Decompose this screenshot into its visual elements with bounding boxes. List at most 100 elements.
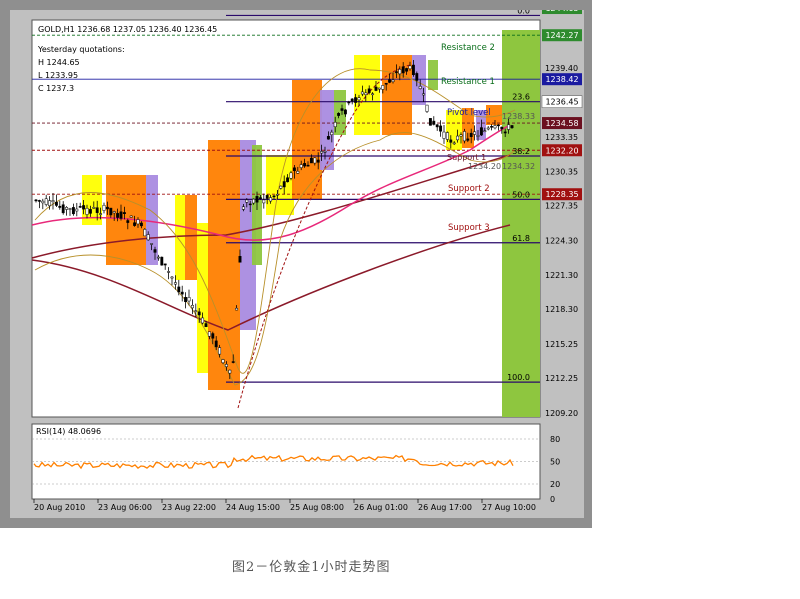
session-box: [428, 60, 438, 90]
candle-body: [163, 263, 167, 266]
candle-body: [357, 97, 361, 101]
candle-body: [371, 93, 375, 96]
candle-body: [231, 361, 235, 363]
yesterday-close: C 1237.3: [38, 84, 74, 93]
candle-body: [122, 212, 126, 214]
current-price-text: 1236.45: [545, 98, 578, 107]
candle-body: [275, 193, 279, 196]
candle-body: [394, 71, 398, 73]
pivot-value: 1238.33: [502, 112, 535, 121]
candle-body: [248, 203, 252, 206]
candle-body: [299, 164, 303, 168]
strategy-block: 操作策略： 1.1227多，止损1223下方， 目标1231/1234/1236；…: [598, 405, 798, 555]
support1-label: Support 1: [447, 153, 486, 162]
candle-body: [126, 220, 130, 223]
time-axis-label: 23 Aug 22:00: [162, 503, 216, 512]
candle-body: [187, 297, 191, 302]
article-line: 下方支撑在1234，更强支撑: [600, 230, 776, 247]
candle-body: [160, 256, 164, 266]
candle-body: [442, 131, 446, 139]
strategy-line: 即时喊单离场。: [598, 534, 696, 550]
session-box: [266, 155, 294, 215]
article-line: 言，而这种发言将会导致行: [600, 140, 768, 157]
candle-body: [207, 331, 211, 337]
candle-body: [452, 142, 456, 145]
candle-body: [500, 126, 504, 130]
price-tag-text: 1232.20: [545, 146, 578, 155]
candle-body: [105, 206, 109, 210]
candle-body: [405, 68, 409, 72]
article-line: 1227。下方的1227正好也是: [600, 253, 784, 270]
candle-body: [469, 132, 473, 137]
article-line: 对于晚上22:00美联储主席伯: [600, 95, 781, 112]
fib-label: 100.0: [507, 373, 530, 382]
candle-body: [139, 222, 143, 227]
article-line: 本次大涨之后回调的50%一: [600, 276, 772, 293]
strategy-line: 1.1227多，止损1223下方，: [598, 434, 781, 450]
candle-body: [279, 185, 283, 189]
candle-body: [445, 132, 449, 140]
price-axis-label: 1212.25: [545, 374, 578, 383]
candle-body: [190, 305, 194, 309]
candle-body: [95, 207, 99, 213]
candle-body: [282, 181, 286, 188]
candle-body: [58, 205, 62, 208]
candle-body: [496, 124, 500, 127]
chart-panel[interactable]: 0.0 23.6 38.2 50.0 61.8 100.0 GOLD,H1 1236.68…: [10, 10, 584, 518]
price-axis-label: 1215.25: [545, 340, 578, 349]
candle-body: [88, 209, 92, 214]
rsi-axis-label: 80: [550, 435, 560, 444]
candle-body: [296, 171, 300, 174]
candle-body: [343, 109, 347, 115]
candle-body: [473, 131, 477, 135]
candle-body: [173, 282, 177, 285]
candle-body: [313, 157, 317, 164]
candle-body: [156, 256, 160, 259]
candle-body: [184, 297, 188, 302]
candle-body: [129, 215, 133, 218]
price-axis-label: 1221.30: [545, 271, 578, 280]
fib-label: 50.0: [512, 190, 530, 199]
candle-body: [303, 163, 307, 167]
candle-body: [252, 198, 256, 204]
candle-body: [153, 249, 157, 253]
resistance1-label: Resistance 1: [441, 77, 495, 87]
candle-body: [78, 206, 82, 208]
candle-body: [367, 88, 371, 93]
article-body: 了非常强大的动能储备，一 旦区间被打破，那么将会形 成较大范围的波动，如此保 守的震荡…: [598, 0, 800, 364]
candle-body: [316, 159, 320, 163]
candle-body: [354, 97, 358, 103]
article-line: 线，买盘必定会非常强大，: [600, 298, 768, 315]
price-tag-text: 1228.35: [545, 190, 578, 199]
time-axis-label: 27 Aug 10:00: [482, 503, 536, 512]
candle-body: [340, 108, 344, 111]
price-axis-label: 1233.35: [545, 133, 578, 142]
resistance2-label: Resistance 2: [441, 43, 495, 53]
symbol-label: GOLD,H1 1236.68 1237.05 1236.40 1236.45: [38, 25, 217, 34]
candle-body: [143, 229, 147, 237]
candle-body: [245, 199, 249, 203]
candle-body: [71, 207, 75, 215]
candle-body: [456, 135, 460, 141]
candle-body: [146, 234, 150, 241]
candle-body: [384, 82, 388, 85]
strategy-line: 2.1249空，止损1254，进场: [598, 484, 781, 500]
price-tag-text: 1238.42: [545, 75, 578, 84]
candle-body: [483, 130, 487, 132]
pivot-label: Pivot level: [447, 108, 491, 118]
candle-body: [374, 86, 378, 91]
candle-body: [330, 131, 334, 136]
price-tag-text: 1244.65: [545, 10, 578, 13]
yesterday-title: Yesterday quotations:: [37, 45, 125, 54]
session-box: [197, 223, 209, 373]
support3-label: Support 3: [448, 223, 490, 233]
candle-body: [44, 198, 48, 205]
time-axis-label: 23 Aug 06:00: [98, 503, 152, 512]
candle-body: [218, 347, 222, 355]
candle-body: [197, 311, 201, 316]
price-axis-label: 1239.40: [545, 64, 578, 73]
candle-body: [235, 307, 239, 311]
candle-body: [82, 205, 86, 210]
candle-body: [486, 127, 490, 130]
price-axis-label: 1224.30: [545, 237, 578, 246]
